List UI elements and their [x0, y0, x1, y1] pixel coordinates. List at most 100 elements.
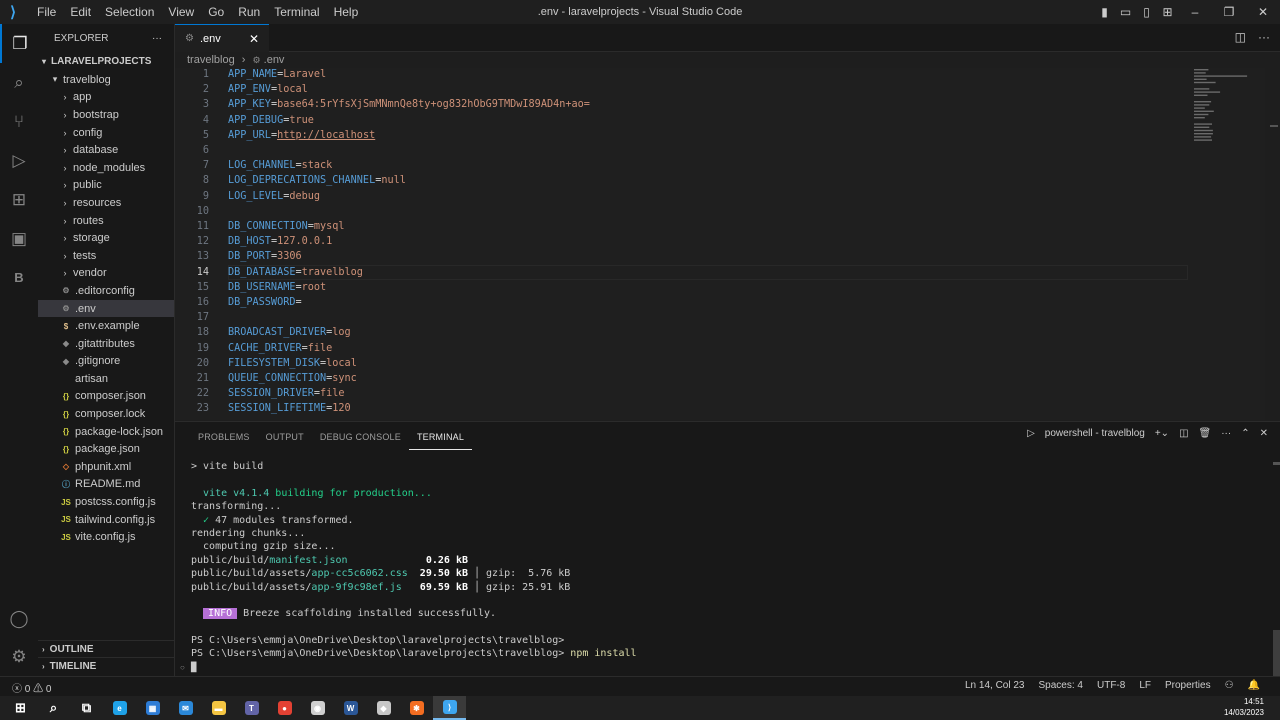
menu-file[interactable]: File [30, 0, 63, 24]
file-tree-item[interactable]: artisan [38, 370, 174, 388]
file-tree-item[interactable]: {} composer.lock [38, 405, 174, 423]
timeline-section[interactable]: › TIMELINE [38, 657, 175, 674]
teams-app[interactable]: T [235, 696, 268, 720]
workspace-root[interactable]: ▾ LARAVELPROJECTS [38, 53, 174, 70]
encoding[interactable]: UTF-8 [1097, 680, 1125, 691]
file-tree-item[interactable]: {} composer.json [38, 388, 174, 406]
file-tree-item[interactable]: › bootstrap [38, 106, 174, 124]
run-debug-icon[interactable]: ▷ [0, 141, 38, 180]
notifications-icon[interactable]: 🔔 [1248, 680, 1260, 691]
tab-env[interactable]: ⚙ .env ✕ [175, 24, 269, 52]
task-view-app[interactable]: ⧉ [70, 696, 103, 720]
tab-problems[interactable]: PROBLEMS [190, 430, 258, 450]
maximize-button[interactable]: ❐ [1212, 5, 1246, 19]
more-actions-icon[interactable]: ··· [1221, 428, 1231, 439]
edge-app[interactable]: e [103, 696, 136, 720]
problems-status[interactable]: ⓧ 0 ⚠ 0 [12, 680, 51, 695]
file-tree-item[interactable]: JS tailwind.config.js [38, 511, 174, 529]
file-tree-item[interactable]: › storage [38, 229, 174, 247]
file-tree-item[interactable]: ⚙ .editorconfig [38, 282, 174, 300]
file-tree-item[interactable]: ◆ .gitignore [38, 353, 174, 371]
search-app[interactable]: ⌕ [37, 696, 70, 720]
xampp-app[interactable]: ✱ [400, 696, 433, 720]
terminal-name[interactable]: powershell - travelblog [1045, 428, 1145, 439]
vscode-app[interactable]: ⟩ [433, 696, 466, 720]
word-app[interactable]: W [334, 696, 367, 720]
menu-selection[interactable]: Selection [98, 0, 161, 24]
tab-debug-console[interactable]: DEBUG CONSOLE [312, 430, 409, 450]
file-tree-item[interactable]: JS postcss.config.js [38, 493, 174, 511]
menu-terminal[interactable]: Terminal [267, 0, 326, 24]
menu-go[interactable]: Go [201, 0, 231, 24]
chrome-app[interactable]: ● [268, 696, 301, 720]
mail-app[interactable]: ✉ [169, 696, 202, 720]
close-panel-icon[interactable]: ✕ [1260, 428, 1268, 439]
code-editor[interactable]: 1 APP_NAME=Laravel 2 APP_ENV=local 3 APP_KEY=… [175, 68, 1265, 420]
settings-gear-icon[interactable]: ⚙ [0, 637, 38, 676]
b-extension-icon[interactable]: B [0, 258, 38, 297]
maximize-panel-icon[interactable]: ⌃ [1241, 428, 1249, 439]
more-actions-icon[interactable]: ··· [1258, 30, 1270, 44]
taskbar-clock[interactable]: 14:51 14/03/2023 [1224, 696, 1264, 718]
file-tree-item[interactable]: {} package-lock.json [38, 423, 174, 441]
file-tree-item[interactable]: {} package.json [38, 440, 174, 458]
indentation[interactable]: Spaces: 4 [1039, 680, 1083, 691]
split-terminal-icon[interactable]: ◫ [1179, 428, 1188, 439]
file-tree-item[interactable]: › tests [38, 247, 174, 265]
info-badge: INFO [203, 608, 238, 620]
customize-layout-icon[interactable]: ⊞ [1157, 5, 1178, 19]
file-tree-item[interactable]: › node_modules [38, 159, 174, 177]
store-app[interactable]: ▦ [136, 696, 169, 720]
file-tree-item[interactable]: JS vite.config.js [38, 528, 174, 546]
file-tree-item[interactable]: ◇ phpunit.xml [38, 458, 174, 476]
tab-output[interactable]: OUTPUT [258, 430, 312, 450]
more-actions-icon[interactable]: ··· [152, 33, 162, 44]
minimap[interactable] [1193, 68, 1263, 148]
git-app[interactable]: ◆ [367, 696, 400, 720]
search-icon[interactable]: ⌕ [0, 63, 38, 102]
toggle-secondary-sidebar-icon[interactable]: ▯ [1136, 5, 1157, 19]
outline-section[interactable]: › OUTLINE [38, 640, 175, 657]
language-mode[interactable]: Properties [1165, 680, 1211, 691]
cursor-position[interactable]: Ln 14, Col 23 [965, 680, 1025, 691]
file-tree-item[interactable]: › resources [38, 194, 174, 212]
breadcrumb-file[interactable]: .env [264, 54, 285, 66]
close-window-button[interactable]: ✕ [1246, 5, 1280, 19]
end-of-line[interactable]: LF [1139, 680, 1151, 691]
file-tree-item[interactable]: › vendor [38, 265, 174, 283]
menu-run[interactable]: Run [231, 0, 267, 24]
accounts-icon[interactable]: ⚇ [1225, 680, 1234, 691]
file-tree-item[interactable]: › public [38, 177, 174, 195]
toggle-panel-icon[interactable]: ▭ [1115, 5, 1136, 19]
terminal-output[interactable]: > vite build vite v4.1.4 building for pr… [191, 460, 637, 674]
menu-help[interactable]: Help [327, 0, 366, 24]
terminal-scrollbar[interactable] [1273, 630, 1280, 676]
menu-edit[interactable]: Edit [63, 0, 98, 24]
file-tree-item[interactable]: ⓘ README.md [38, 476, 174, 494]
extensions-icon[interactable]: ⊞ [0, 180, 38, 219]
kill-terminal-icon[interactable]: 🗑 [1199, 428, 1212, 439]
toggle-primary-sidebar-icon[interactable]: ▮ [1094, 5, 1115, 19]
close-icon[interactable]: ✕ [249, 32, 259, 46]
obs-app[interactable]: ◉ [301, 696, 334, 720]
tab-terminal[interactable]: TERMINAL [408, 430, 473, 450]
windows-start-app[interactable]: ⊞ [4, 696, 37, 720]
minimize-button[interactable]: – [1178, 5, 1212, 19]
file-tree-item[interactable]: ⚙ .env [38, 299, 174, 318]
files-icon[interactable]: ❐ [0, 24, 38, 63]
file-tree-item[interactable]: ▾ travelblog [38, 71, 174, 89]
source-control-icon[interactable]: ⑂ [0, 102, 38, 141]
explorer-app[interactable]: ▬ [202, 696, 235, 720]
breadcrumb-folder[interactable]: travelblog [187, 54, 235, 66]
file-tree-item[interactable]: › routes [38, 212, 174, 230]
file-tree-item[interactable]: ◆ .gitattributes [38, 335, 174, 353]
file-tree-item[interactable]: › database [38, 141, 174, 159]
new-terminal-icon[interactable]: +⌄ [1155, 428, 1169, 439]
remote-explorer-icon[interactable]: ▣ [0, 219, 38, 258]
file-tree-item[interactable]: › config [38, 124, 174, 142]
file-tree-item[interactable]: $ .env.example [38, 317, 174, 335]
account-icon[interactable]: ◯ [0, 599, 38, 638]
split-editor-icon[interactable]: ◫ [1235, 30, 1246, 44]
file-tree-item[interactable]: › app [38, 89, 174, 107]
menu-view[interactable]: View [161, 0, 201, 24]
